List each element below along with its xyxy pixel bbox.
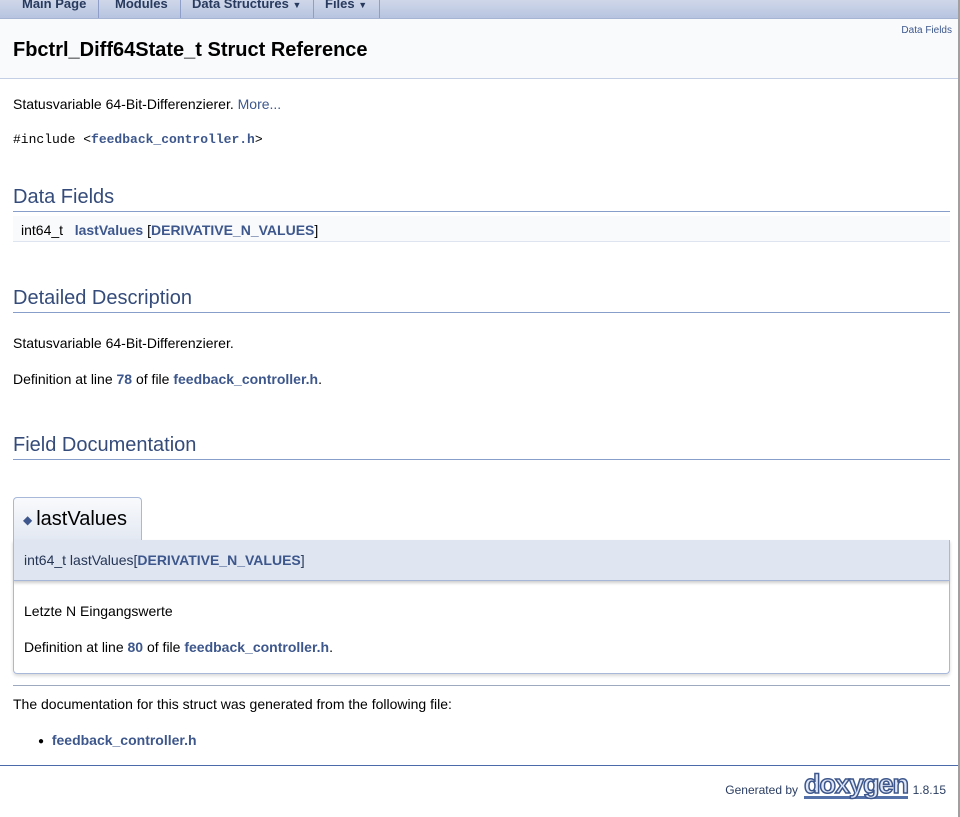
include-file-link[interactable]: feedback_controller.h — [91, 132, 255, 147]
member-type: int64_t — [21, 222, 64, 238]
page-header: Data Fields Fbctrl_Diff64State_t Struct … — [0, 19, 958, 79]
nav-data-structures[interactable]: Data Structures ▼ — [180, 0, 315, 18]
member-prototype: int64_t lastValues[DERIVATIVE_N_VALUES] — [13, 540, 950, 581]
data-fields-link[interactable]: Data Fields — [901, 25, 952, 36]
size-macro-link[interactable]: DERIVATIVE_N_VALUES — [137, 552, 300, 568]
line-link[interactable]: 80 — [128, 639, 144, 655]
version: 1.8.15 — [912, 783, 946, 797]
page-title: Fbctrl_Diff64State_t Struct Reference — [13, 39, 368, 61]
member-doc: Letzte N Eingangswerte Definition at lin… — [13, 581, 950, 674]
data-fields-heading: Data Fields — [13, 186, 950, 212]
bracket: ] — [314, 222, 319, 238]
brief-description: Statusvariable 64-Bit-Differenzierer. Mo… — [13, 96, 281, 112]
file-link[interactable]: feedback_controller.h — [52, 732, 197, 748]
diamond-icon: ◆ — [23, 512, 33, 527]
dropdown-arrow-icon: ▼ — [358, 0, 368, 10]
def-prefix: Definition at line — [24, 639, 128, 655]
def-prefix: Definition at line — [13, 371, 117, 387]
member-tab: ◆ lastValues — [13, 497, 142, 541]
more-link[interactable]: More... — [238, 96, 282, 112]
nav-main-page[interactable]: Main Page — [10, 0, 100, 18]
dropdown-arrow-icon: ▼ — [292, 0, 302, 10]
detailed-description-heading: Detailed Description — [13, 287, 950, 313]
brief-text: Statusvariable 64-Bit-Differenzierer. — [13, 96, 234, 112]
member-tab-title: lastValues — [36, 508, 128, 530]
size-macro-link[interactable]: DERIVATIVE_N_VALUES — [151, 222, 314, 238]
navbar: Main Page Modules Data Structures ▼ File… — [0, 0, 958, 19]
include-suffix: > — [254, 132, 263, 147]
nav-label: Data Structures — [192, 0, 289, 11]
def-mid: of file — [132, 371, 174, 387]
generated-text: The documentation for this struct was ge… — [13, 696, 452, 712]
nav-files[interactable]: Files ▼ — [313, 0, 381, 18]
member-row: int64_t lastValues [DERIVATIVE_N_VALUES] — [13, 216, 950, 242]
definition-line: Definition at line 78 of file feedback_c… — [13, 371, 322, 387]
file-link[interactable]: feedback_controller.h — [173, 371, 318, 387]
include-prefix: #include < — [13, 132, 92, 147]
member-desc: Letzte N Eingangswerte — [24, 603, 173, 619]
generated-by: Generated by — [725, 783, 798, 797]
include-line: #include <feedback_controller.h> — [13, 132, 263, 147]
footer: Generated by doxygen 1.8.15 — [0, 765, 958, 817]
def-end: . — [329, 639, 333, 655]
proto-end: ] — [300, 552, 305, 568]
bullet-icon: ● — [38, 735, 45, 747]
field-documentation-heading: Field Documentation — [13, 434, 950, 460]
proto-prefix: int64_t lastValues[ — [24, 552, 138, 568]
member-name-link[interactable]: lastValues — [75, 222, 144, 238]
def-end: . — [318, 371, 322, 387]
member-definition-line: Definition at line 80 of file feedback_c… — [24, 639, 333, 655]
def-mid: of file — [143, 639, 185, 655]
file-list-item: ● feedback_controller.h — [38, 732, 197, 748]
file-link[interactable]: feedback_controller.h — [184, 639, 329, 655]
detailed-text: Statusvariable 64-Bit-Differenzierer. — [13, 335, 234, 351]
nav-modules[interactable]: Modules — [103, 0, 181, 18]
divider — [13, 685, 950, 686]
nav-label: Files — [325, 0, 355, 11]
line-link[interactable]: 78 — [117, 371, 133, 387]
doxygen-logo[interactable]: doxygen — [803, 770, 910, 799]
